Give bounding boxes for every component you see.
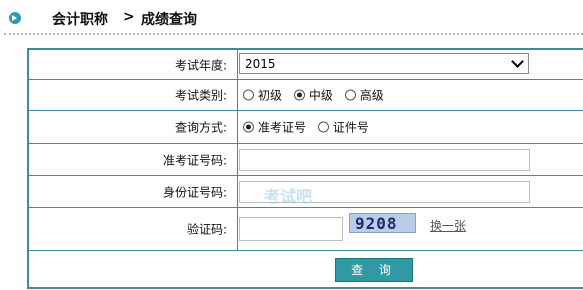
breadcrumb-section[interactable]: 会计职称 <box>52 9 108 29</box>
captcha-label-cell: 验证码: <box>29 208 238 250</box>
year-select-value: 2015 <box>245 57 276 71</box>
year-label-cell: 考试年度: <box>29 50 238 79</box>
page-title: 成绩查询 <box>141 12 197 28</box>
category-option-senior[interactable]: 高级 <box>344 87 384 104</box>
category-row: 考试类别: 初级 中级 高级 <box>29 80 583 111</box>
year-label: 考试年度: <box>174 58 227 72</box>
breadcrumb-separator: > <box>123 9 135 25</box>
method-radio-group: 准考证号 证件号 <box>243 119 377 136</box>
id-number-label: 身份证号码: <box>162 185 227 199</box>
query-button[interactable]: 查 询 <box>335 258 413 282</box>
radio-button-selected[interactable] <box>293 89 305 101</box>
method-label: 查询方式: <box>174 120 227 135</box>
captcha-text: 9208 <box>355 214 398 233</box>
captcha-label: 验证码: <box>186 222 227 237</box>
category-label: 考试类别: <box>174 88 227 103</box>
refresh-captcha-link[interactable]: 换一张 <box>430 217 466 234</box>
ticket-number-label: 准考证号码: <box>162 153 227 167</box>
watermark: 考试吧 <box>264 187 313 206</box>
ticket-number-row: 准考证号码: <box>29 144 583 176</box>
method-row: 查询方式: 准考证号 证件号 <box>29 111 583 144</box>
ticket-number-label-cell: 准考证号码: <box>29 144 238 175</box>
year-select[interactable]: 2015 <box>239 53 529 74</box>
method-option-id[interactable]: 证件号 <box>317 119 369 136</box>
captcha-image[interactable]: 9208 <box>349 213 416 233</box>
ticket-number-input[interactable] <box>239 148 530 171</box>
category-radio-group: 初级 中级 高级 <box>243 87 392 104</box>
category-label-cell: 考试类别: <box>29 80 238 110</box>
chevron-down-icon <box>511 55 524 68</box>
category-option-junior[interactable]: 初级 <box>243 87 282 104</box>
category-option-intermediate[interactable]: 中级 <box>293 87 333 104</box>
dotted-divider <box>4 33 583 35</box>
method-option-ticket[interactable]: 准考证号 <box>243 119 306 136</box>
method-label-cell: 查询方式: <box>29 111 238 143</box>
year-row: 考试年度: 2015 <box>29 50 583 80</box>
radio-button[interactable] <box>344 89 356 101</box>
id-number-label-cell: 身份证号码: <box>29 176 238 207</box>
title-bar: 会计职称 > 成绩查询 <box>0 0 583 36</box>
arrow-right-icon <box>9 12 21 24</box>
radio-button[interactable] <box>317 121 329 133</box>
radio-button[interactable] <box>243 89 254 101</box>
radio-button-selected[interactable] <box>243 121 254 133</box>
captcha-input[interactable] <box>239 217 343 241</box>
score-query-form: 考试年度: 2015 考试类别: 初级 中级 高级 查询方式: 准考证号 证件号… <box>27 48 583 289</box>
captcha-row: 验证码: 9208 换一张 <box>29 208 583 251</box>
